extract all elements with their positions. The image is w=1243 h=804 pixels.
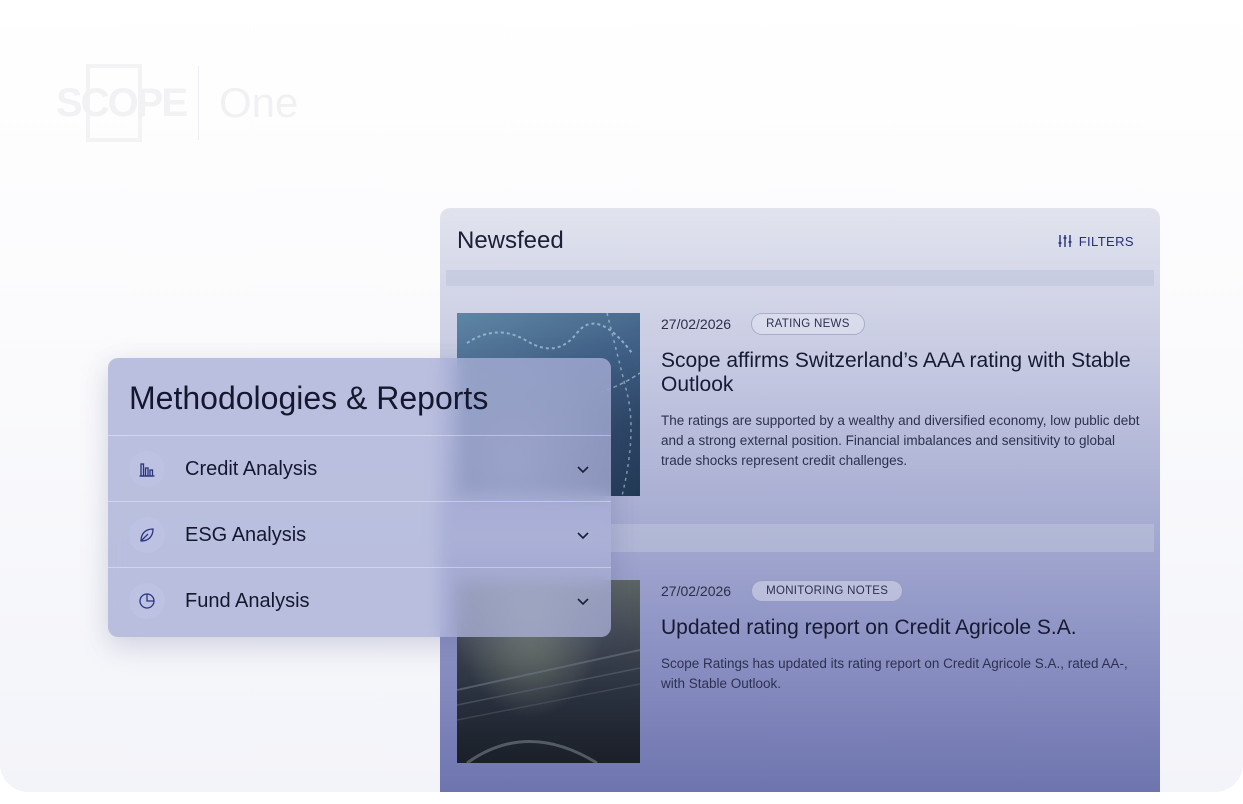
accordion-credit-analysis[interactable]: Credit Analysis xyxy=(108,435,611,502)
accordion-fund-analysis[interactable]: Fund Analysis xyxy=(108,567,611,634)
scope-logo-mark: SCOPE xyxy=(56,64,188,142)
chevron-down-icon xyxy=(577,466,589,474)
logo-divider xyxy=(198,66,199,140)
accordion-esg-analysis[interactable]: ESG Analysis xyxy=(108,501,611,568)
newsfeed-divider xyxy=(446,270,1154,286)
scope-one-logo: SCOPE One xyxy=(56,62,316,144)
news-tag-badge: RATING NEWS xyxy=(751,313,865,335)
methodologies-title: Methodologies & Reports xyxy=(129,380,489,416)
pie-chart-icon xyxy=(129,583,165,619)
chevron-down-icon xyxy=(577,532,589,540)
news-summary: Scope Ratings has updated its rating rep… xyxy=(661,656,1128,691)
bar-chart-icon xyxy=(129,451,165,487)
filters-button[interactable]: FILTERS xyxy=(1057,233,1134,249)
chevron-down-icon xyxy=(577,598,589,606)
news-meta: 27/02/2026 RATING NEWS xyxy=(661,313,1147,335)
leaf-icon xyxy=(129,517,165,553)
news-summary: The ratings are supported by a wealthy a… xyxy=(661,413,1140,468)
logo-product-name: One xyxy=(219,79,299,126)
news-date: 27/02/2026 xyxy=(661,583,732,599)
methodologies-card: Methodologies & Reports Credit Analysis … xyxy=(108,358,611,637)
news-date: 27/02/2026 xyxy=(661,316,732,332)
news-item-body: 27/02/2026 MONITORING NOTES Updated rati… xyxy=(661,580,1147,763)
accordion-label: Credit Analysis xyxy=(185,457,318,480)
news-meta: 27/02/2026 MONITORING NOTES xyxy=(661,580,1147,602)
newsfeed-header: Newsfeed FILTERS xyxy=(457,226,1134,256)
news-item-body: 27/02/2026 RATING NEWS Scope affirms Swi… xyxy=(661,313,1147,496)
news-title[interactable]: Updated rating report on Credit Agricole… xyxy=(661,616,1147,640)
accordion-label: ESG Analysis xyxy=(185,523,307,546)
news-title[interactable]: Scope affirms Switzerland’s AAA rating w… xyxy=(661,349,1147,397)
accordion-label: Fund Analysis xyxy=(185,589,310,612)
news-tag-badge: MONITORING NOTES xyxy=(751,580,904,602)
sliders-icon xyxy=(1058,235,1072,247)
newsfeed-title: Newsfeed xyxy=(457,227,564,254)
stage: SCOPE One Newsfeed FILTERS 27/02/2026 RA… xyxy=(0,0,1243,792)
filters-label: FILTERS xyxy=(1078,233,1134,249)
